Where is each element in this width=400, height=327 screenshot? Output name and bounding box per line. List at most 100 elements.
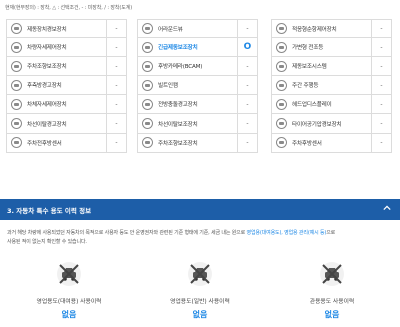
option-row: 주간 주행등 - bbox=[271, 76, 392, 96]
option-label: 제동보조시스템 bbox=[292, 64, 327, 71]
option-row: 빌트인캠 - bbox=[137, 76, 258, 96]
option-row: 차량자세제어장치 - bbox=[6, 38, 127, 58]
option-label: 차량자세제어장치 bbox=[27, 45, 67, 52]
brake-icon bbox=[142, 41, 153, 53]
brake-assist-icon bbox=[276, 60, 287, 72]
option-label: 주차조향보조장치 bbox=[158, 140, 198, 147]
options-column-3: 적응형순항제어장치 - 가변형 전조등 - 제동보조시스템 - 주간 주행등 - 헤드업디스플레… bbox=[271, 19, 392, 153]
description-text-3: 사용된 적이 없는지 확인할 수 있습니다. bbox=[7, 239, 87, 245]
option-label: 긴급제동보조장치 bbox=[158, 45, 198, 52]
option-label: 차선이탈보조장치 bbox=[158, 121, 198, 128]
description-text: 과거 해당 차량에 사용되었던 자동차의 목적으로 사용자 등도 안 운영권자와… bbox=[7, 230, 247, 236]
rear-camera-icon bbox=[142, 60, 153, 72]
option-value: - bbox=[106, 57, 126, 76]
usage-rental: 영업용도(대여용) 사용이력 없음 bbox=[24, 261, 114, 320]
lane-assist-icon bbox=[142, 118, 153, 130]
usage-description: 과거 해당 차량에 사용되었던 자동차의 목적으로 사용자 등도 안 운영권자와… bbox=[7, 229, 395, 247]
usage-label: 관용용도 사용이력 bbox=[309, 299, 355, 305]
option-value: - bbox=[371, 57, 391, 76]
option-value: - bbox=[371, 133, 391, 152]
option-value: - bbox=[371, 95, 391, 114]
business-car-icon bbox=[188, 262, 212, 286]
option-value: - bbox=[237, 95, 257, 114]
option-value: - bbox=[371, 38, 391, 57]
option-row: 주차조향보조장치 - bbox=[6, 57, 127, 77]
option-value: - bbox=[371, 114, 391, 133]
description-link[interactable]: 영업용(대여용도), 영업용 관리(예시 등) bbox=[247, 230, 327, 236]
option-label: 주차전후방센서 bbox=[27, 140, 62, 147]
option-row: 주차조향보조장치 - bbox=[137, 133, 258, 153]
option-label: 제동장치경보장치 bbox=[27, 26, 67, 33]
option-label: 주간 주행등 bbox=[292, 83, 319, 90]
usage-label: 영업용도(일반) 사용이력 bbox=[170, 299, 230, 305]
option-value: - bbox=[106, 133, 126, 152]
option-value: - bbox=[237, 114, 257, 133]
option-row: 제동보조시스템 - bbox=[271, 57, 392, 77]
parking-icon bbox=[11, 60, 22, 72]
option-value: - bbox=[106, 114, 126, 133]
option-label: 후측방경고장치 bbox=[27, 83, 62, 90]
option-value: - bbox=[106, 20, 126, 38]
option-row: 제동장치경보장치 - bbox=[6, 19, 127, 39]
option-label: 차체자세제어장치 bbox=[27, 102, 67, 109]
camera-icon bbox=[142, 23, 153, 35]
option-label: 적응형순항제어장치 bbox=[292, 26, 337, 33]
tire-icon bbox=[276, 118, 287, 130]
rental-car-icon bbox=[57, 262, 81, 286]
hud-icon bbox=[276, 98, 287, 110]
option-row: 주차후방센서 - bbox=[271, 133, 392, 153]
option-row: 차체자세제어장치 - bbox=[6, 95, 127, 115]
steering-icon bbox=[142, 137, 153, 149]
option-row: 헤드업디스플레이 - bbox=[271, 95, 392, 115]
option-row: 적응형순항제어장치 - bbox=[271, 19, 392, 39]
cruise-icon bbox=[276, 23, 287, 35]
lane-icon bbox=[11, 118, 22, 130]
government-car-icon bbox=[320, 262, 344, 286]
sensor-icon bbox=[11, 137, 22, 149]
usage-value: 없음 bbox=[192, 310, 208, 319]
option-label: 어라운드뷰 bbox=[158, 26, 183, 33]
option-row: 후방카메라(BCAM) - bbox=[137, 57, 258, 77]
section-title: 3. 자동차 특수 용도 이력 정보 bbox=[7, 207, 92, 215]
option-label: 헤드업디스플레이 bbox=[292, 102, 332, 109]
rear-sensor-icon bbox=[276, 137, 287, 149]
builtin-cam-icon bbox=[142, 79, 153, 91]
option-value: - bbox=[106, 76, 126, 95]
option-value: - bbox=[371, 20, 391, 38]
chevron-up-icon[interactable] bbox=[383, 204, 391, 212]
option-row: 가변형 전조등 - bbox=[271, 38, 392, 58]
option-value: - bbox=[237, 57, 257, 76]
drl-icon bbox=[276, 79, 287, 91]
collision-icon bbox=[142, 98, 153, 110]
option-value: - bbox=[106, 95, 126, 114]
usage-government: 관용용도 사용이력 없음 bbox=[287, 261, 377, 320]
option-value: - bbox=[237, 133, 257, 152]
option-label: 후방카메라(BCAM) bbox=[158, 64, 203, 71]
section-header-bar[interactable]: 3. 자동차 특수 용도 이력 정보 bbox=[0, 199, 400, 220]
esc-icon bbox=[11, 41, 22, 53]
option-value: O bbox=[237, 38, 257, 57]
legend-note: 현재(현부장의) : 장착, △ : 선택조건, - : 미장착, / : 장착… bbox=[5, 5, 133, 11]
option-value: - bbox=[237, 76, 257, 95]
description-text-2: 으로 bbox=[326, 230, 336, 236]
options-column-1: 제동장치경보장치 - 차량자세제어장치 - 주차조향보조장치 - 후측방경고장치 - 차체자세제… bbox=[6, 19, 127, 153]
usage-value: 없음 bbox=[61, 310, 77, 319]
option-row: 타이어공기압경보장치 - bbox=[271, 114, 392, 134]
option-label: 주차후방센서 bbox=[292, 140, 322, 147]
option-value: - bbox=[237, 20, 257, 38]
option-label: 타이어공기압경보장치 bbox=[292, 121, 342, 128]
option-row: 차선이탈경고장치 - bbox=[6, 114, 127, 134]
option-label: 가변형 전조등 bbox=[292, 45, 324, 52]
option-value: - bbox=[106, 38, 126, 57]
option-row: 주차전후방센서 - bbox=[6, 133, 127, 153]
usage-label: 영업용도(대여용) 사용이력 bbox=[36, 299, 102, 305]
option-row: 전방충돌경고장치 - bbox=[137, 95, 258, 115]
option-row: 긴급제동보조장치 O bbox=[137, 38, 258, 58]
vehicle-icon bbox=[11, 98, 22, 110]
option-label: 차선이탈경고장치 bbox=[27, 121, 67, 128]
option-row: 후측방경고장치 - bbox=[6, 76, 127, 96]
option-row: 차선이탈보조장치 - bbox=[137, 114, 258, 134]
abs-icon bbox=[11, 23, 22, 35]
usage-business: 영업용도(일반) 사용이력 없음 bbox=[155, 261, 245, 320]
usage-value: 없음 bbox=[324, 310, 340, 319]
